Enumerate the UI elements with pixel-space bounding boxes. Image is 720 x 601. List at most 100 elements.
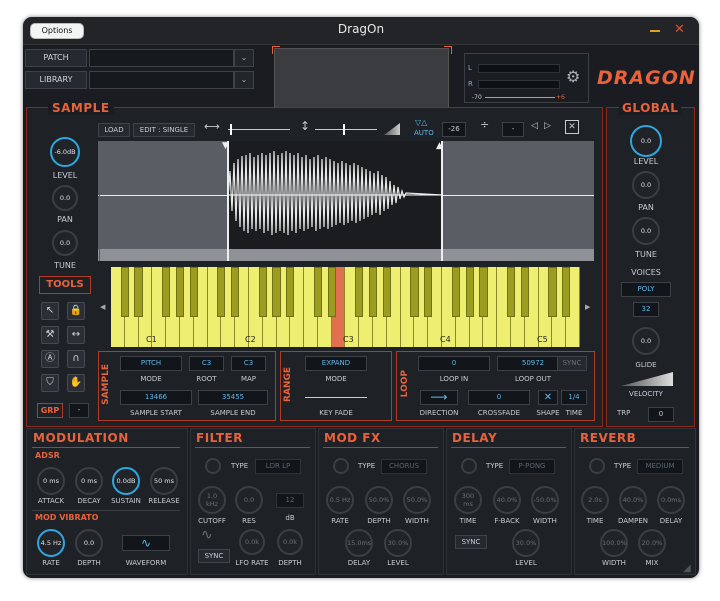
poly-field[interactable]: POLY: [621, 282, 671, 297]
library-dropdown-icon[interactable]: ⌄: [234, 71, 254, 89]
sample-start-field[interactable]: 13466: [120, 390, 192, 405]
filter-type-field[interactable]: LDR LP: [255, 459, 301, 474]
reverb-type-knob[interactable]: [589, 458, 605, 474]
range-mode-field[interactable]: EXPAND: [305, 356, 367, 371]
waveform-scroll-strip[interactable]: [98, 249, 594, 261]
stretch-tool-icon[interactable]: ↔: [67, 326, 85, 344]
black-key[interactable]: [258, 267, 267, 317]
loop-in-field[interactable]: 0: [418, 356, 490, 371]
next-arrow-icon[interactable]: ▷: [544, 121, 551, 131]
black-key[interactable]: [175, 267, 185, 317]
black-key[interactable]: [217, 267, 226, 317]
auto-icon[interactable]: ▽△: [415, 118, 427, 127]
black-key[interactable]: [313, 267, 323, 317]
black-key[interactable]: [134, 267, 143, 317]
delay-width-knob[interactable]: -50.0%: [531, 486, 559, 514]
modfx-width-knob[interactable]: 50.0%: [403, 486, 431, 514]
edit-mode-button[interactable]: EDIT : SINGLE: [133, 123, 195, 137]
reverb-mix-knob[interactable]: 20.0%: [638, 529, 666, 557]
glide-knob[interactable]: 0.0: [632, 327, 660, 355]
close-icon[interactable]: ✕: [674, 22, 685, 37]
global-level-knob[interactable]: 0.0: [630, 125, 662, 157]
delay-fback-knob[interactable]: 40.0%: [493, 486, 521, 514]
grp-field[interactable]: -: [69, 403, 89, 418]
shield-tool-icon[interactable]: ⛉: [41, 374, 59, 392]
black-key[interactable]: [520, 267, 529, 317]
vertical-zoom-handle[interactable]: [343, 124, 345, 135]
filter-depth-knob[interactable]: 0.0k: [277, 529, 303, 555]
sample-pan-knob[interactable]: 0.0: [52, 185, 78, 211]
loop-time-field[interactable]: 1/4: [561, 390, 587, 405]
hand-tool-icon[interactable]: ✋: [67, 374, 85, 392]
horizontal-zoom-slider[interactable]: [228, 129, 290, 130]
delay-type-field[interactable]: P-PONG: [509, 459, 555, 474]
sample-level-knob[interactable]: -6.0dB: [50, 137, 80, 167]
filter-type-knob[interactable]: [205, 458, 221, 474]
modfx-level-knob[interactable]: 30.0%: [384, 529, 412, 557]
keyfade-slider[interactable]: [305, 397, 367, 398]
black-key[interactable]: [465, 267, 474, 317]
vibrato-depth-knob[interactable]: 0.0: [75, 529, 103, 557]
patch-dropdown-icon[interactable]: ⌄: [234, 49, 254, 67]
trp-field[interactable]: 0: [648, 407, 674, 422]
shape-cross-icon[interactable]: ✕: [538, 390, 558, 405]
settings-gear-icon[interactable]: ⚙: [566, 67, 580, 86]
black-key[interactable]: [286, 267, 295, 317]
map-field[interactable]: C3: [231, 356, 266, 371]
direction-arrow-icon[interactable]: ⟶: [420, 390, 458, 405]
release-knob[interactable]: 50 ms: [150, 467, 178, 495]
delay-sync-button[interactable]: SYNC: [455, 535, 487, 549]
horizontal-zoom-handle[interactable]: [230, 124, 232, 135]
black-key[interactable]: [479, 267, 488, 317]
black-key[interactable]: [382, 267, 391, 317]
minimize-icon[interactable]: [650, 30, 660, 32]
reverb-delay-knob[interactable]: 0.0ms: [657, 486, 685, 514]
library-select[interactable]: [89, 71, 234, 89]
keyboard-right-arrow-icon[interactable]: ▶: [585, 303, 590, 311]
modfx-rate-knob[interactable]: 0.5 Hz: [326, 486, 354, 514]
waveform-sine-icon[interactable]: ∿: [122, 535, 170, 551]
black-key[interactable]: [189, 267, 198, 317]
lock-tool-icon[interactable]: 🔒: [67, 302, 85, 320]
black-key[interactable]: [355, 267, 364, 317]
black-key[interactable]: [562, 267, 571, 317]
vibrato-rate-knob[interactable]: 4.5 Hz: [37, 529, 65, 557]
delay-type-knob[interactable]: [461, 458, 477, 474]
sample-start-arrow-icon[interactable]: ▼: [222, 141, 229, 151]
filter-sync-button[interactable]: SYNC: [198, 549, 230, 563]
black-key[interactable]: [506, 267, 516, 317]
lfo-rate-knob[interactable]: 0.0k: [239, 529, 265, 555]
black-key[interactable]: [327, 267, 336, 317]
black-key[interactable]: [162, 267, 171, 317]
black-key[interactable]: [451, 267, 460, 317]
sample-start-marker[interactable]: [227, 141, 229, 261]
loop-tool-icon[interactable]: ∩: [67, 350, 85, 368]
divide-icon[interactable]: ÷: [480, 118, 489, 131]
wrench-tool-icon[interactable]: ⚒: [41, 326, 59, 344]
cutoff-knob[interactable]: 1.0 kHz: [198, 486, 226, 514]
global-pan-knob[interactable]: 0.0: [632, 171, 660, 199]
black-key[interactable]: [410, 267, 419, 317]
black-key[interactable]: [424, 267, 433, 317]
loop-end-arrow-icon[interactable]: ▲: [436, 141, 443, 151]
black-key[interactable]: [272, 267, 281, 317]
modfx-depth-knob[interactable]: 50.0%: [365, 486, 393, 514]
global-tune-knob[interactable]: 0.0: [632, 217, 660, 245]
prev-arrow-icon[interactable]: ◁: [531, 121, 538, 131]
reverb-time-knob[interactable]: 2.0s: [581, 486, 609, 514]
decay-knob[interactable]: 0 ms: [75, 467, 103, 495]
modfx-delay-knob[interactable]: 15.0ms: [345, 529, 373, 557]
resize-grip-icon[interactable]: ◢: [683, 563, 691, 574]
black-key[interactable]: [231, 267, 240, 317]
auto-value-field[interactable]: -26: [442, 122, 466, 137]
black-key[interactable]: [120, 267, 129, 317]
db-field[interactable]: 12: [276, 493, 304, 508]
black-key[interactable]: [368, 267, 378, 317]
sustain-knob[interactable]: 0.0dB: [112, 467, 140, 495]
mode-field[interactable]: PITCH: [120, 356, 182, 371]
voices-count-field[interactable]: 32: [633, 302, 659, 317]
root-field[interactable]: C3: [189, 356, 224, 371]
load-button[interactable]: LOAD: [98, 123, 130, 137]
modfx-type-knob[interactable]: [333, 458, 349, 474]
black-key[interactable]: [548, 267, 557, 317]
